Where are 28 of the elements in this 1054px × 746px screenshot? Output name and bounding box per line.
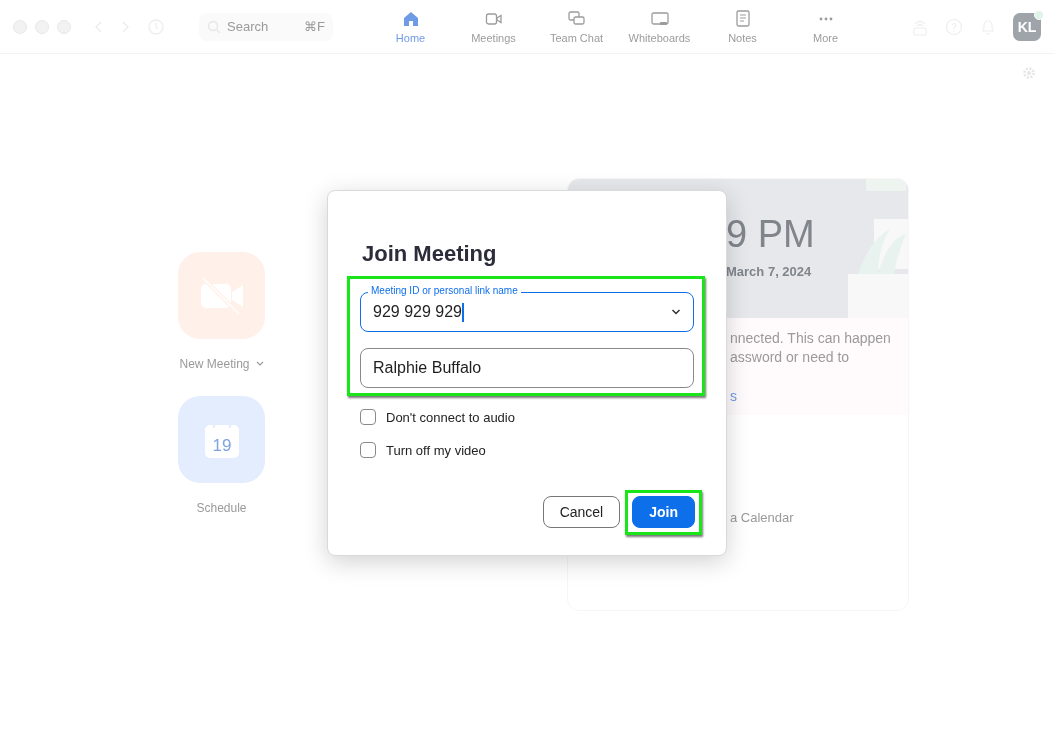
nav-tab[interactable]: More (784, 9, 867, 44)
nav-tab[interactable]: Whiteboards (618, 9, 701, 44)
dialog-title: Join Meeting (362, 241, 498, 268)
checkbox-label: Don't connect to audio (386, 409, 515, 425)
nav-tab[interactable]: Home (369, 9, 452, 44)
notice-text: assword or need to (730, 349, 851, 365)
date-label: March 7, 2024 (726, 264, 813, 279)
notice-text: nnected. This can happen (730, 330, 892, 346)
cancel-button[interactable]: Cancel (542, 496, 621, 528)
checkbox[interactable] (360, 442, 376, 458)
checkbox[interactable] (360, 409, 376, 425)
notice-link[interactable]: s (730, 388, 908, 404)
name-field[interactable]: Ralphie Buffalo (360, 348, 694, 388)
nav-tab[interactable]: Team Chat (535, 9, 618, 44)
gear-icon[interactable] (1022, 66, 1036, 80)
calendar-text: a Calendar (730, 510, 794, 525)
ellipsis-icon (818, 17, 833, 21)
nav-tab[interactable]: Meetings (452, 9, 535, 44)
checkbox-label: Turn off my video (386, 442, 486, 458)
action-label: Schedule (196, 501, 247, 515)
user-avatar[interactable]: KL (1013, 12, 1041, 41)
schedule-button[interactable]: 19 (178, 396, 265, 483)
action-label: New Meeting (179, 357, 250, 371)
join-button[interactable]: Join (632, 496, 695, 528)
search-field[interactable]: Search ⌘F (199, 12, 333, 41)
nav-tab[interactable]: Notes (701, 9, 784, 44)
clock-time: 9 PM (726, 213, 815, 256)
chevron-down-icon (671, 308, 681, 316)
